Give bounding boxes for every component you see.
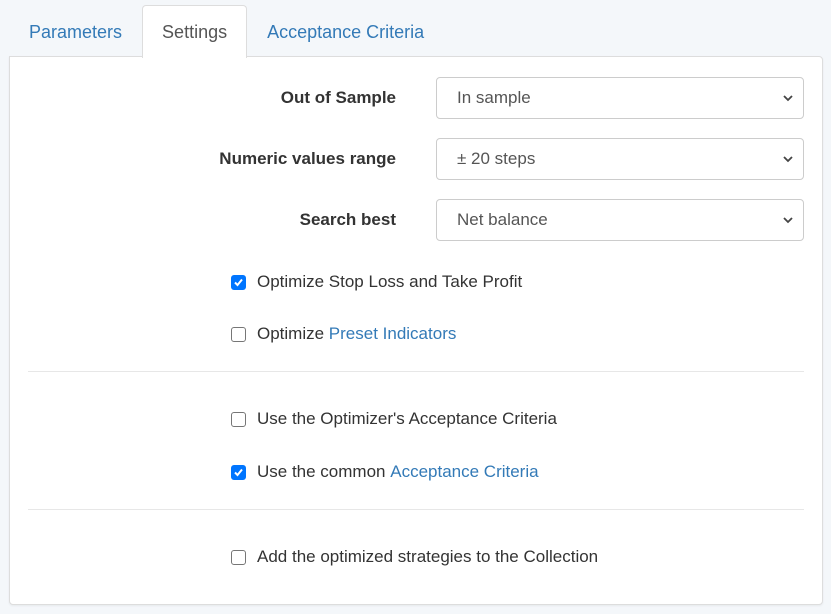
tab-parameters[interactable]: Parameters bbox=[9, 6, 142, 57]
tab-acceptance-criteria-label: Acceptance Criteria bbox=[267, 21, 425, 42]
settings-panel: Out of Sample In sample Numeric values r… bbox=[9, 56, 823, 605]
divider bbox=[28, 509, 804, 510]
search-best-row: Search best Net balance bbox=[10, 199, 822, 241]
chevron-down-icon bbox=[783, 217, 793, 224]
numeric-values-range-row: Numeric values range ± 20 steps bbox=[10, 138, 822, 180]
search-best-value: Net balance bbox=[457, 210, 548, 229]
use-common-criteria-checkbox[interactable] bbox=[231, 464, 246, 480]
numeric-values-range-label: Numeric values range bbox=[219, 149, 396, 168]
tab-bar: Parameters Settings Acceptance Criteria bbox=[9, 5, 444, 58]
add-to-collection-label: Add the optimized strategies to the Coll… bbox=[257, 547, 599, 566]
out-of-sample-label: Out of Sample bbox=[280, 88, 396, 107]
optimize-preset-indicators-label: Optimize bbox=[257, 324, 329, 343]
out-of-sample-row: Out of Sample In sample bbox=[10, 77, 822, 119]
add-to-collection-checkbox[interactable] bbox=[231, 549, 246, 565]
tab-acceptance-criteria[interactable]: Acceptance Criteria bbox=[247, 6, 444, 57]
tab-settings-label: Settings bbox=[162, 21, 228, 42]
search-best-select[interactable]: Net balance bbox=[436, 199, 804, 241]
divider bbox=[28, 371, 804, 372]
optimize-preset-indicators-option: Optimize Preset Indicators bbox=[231, 322, 456, 346]
numeric-values-range-select[interactable]: ± 20 steps bbox=[436, 138, 804, 180]
optimize-sl-tp-checkbox[interactable] bbox=[231, 274, 246, 290]
chevron-down-icon bbox=[783, 156, 793, 163]
checkmark-icon bbox=[234, 468, 243, 476]
optimize-sl-tp-option: Optimize Stop Loss and Take Profit bbox=[231, 270, 522, 294]
numeric-values-range-value: ± 20 steps bbox=[457, 149, 536, 168]
out-of-sample-value: In sample bbox=[457, 88, 531, 107]
preset-indicators-link[interactable]: Preset Indicators bbox=[329, 324, 457, 344]
use-optimizer-criteria-checkbox[interactable] bbox=[231, 411, 246, 427]
tab-parameters-label: Parameters bbox=[29, 21, 123, 42]
use-optimizer-criteria-option: Use the Optimizer's Acceptance Criteria bbox=[231, 407, 557, 431]
use-common-criteria-option: Use the common Acceptance Criteria bbox=[231, 460, 539, 484]
add-to-collection-option: Add the optimized strategies to the Coll… bbox=[231, 545, 598, 569]
tab-settings[interactable]: Settings bbox=[142, 5, 248, 58]
checkmark-icon bbox=[234, 278, 243, 286]
optimize-preset-indicators-checkbox[interactable] bbox=[231, 326, 246, 342]
search-best-label: Search best bbox=[299, 210, 396, 229]
use-common-criteria-label: Use the common bbox=[257, 462, 391, 481]
out-of-sample-select[interactable]: In sample bbox=[436, 77, 804, 119]
use-optimizer-criteria-label: Use the Optimizer's Acceptance Criteria bbox=[257, 409, 557, 428]
chevron-down-icon bbox=[783, 95, 793, 102]
optimize-sl-tp-label: Optimize Stop Loss and Take Profit bbox=[257, 272, 523, 291]
acceptance-criteria-link[interactable]: Acceptance Criteria bbox=[390, 462, 538, 482]
